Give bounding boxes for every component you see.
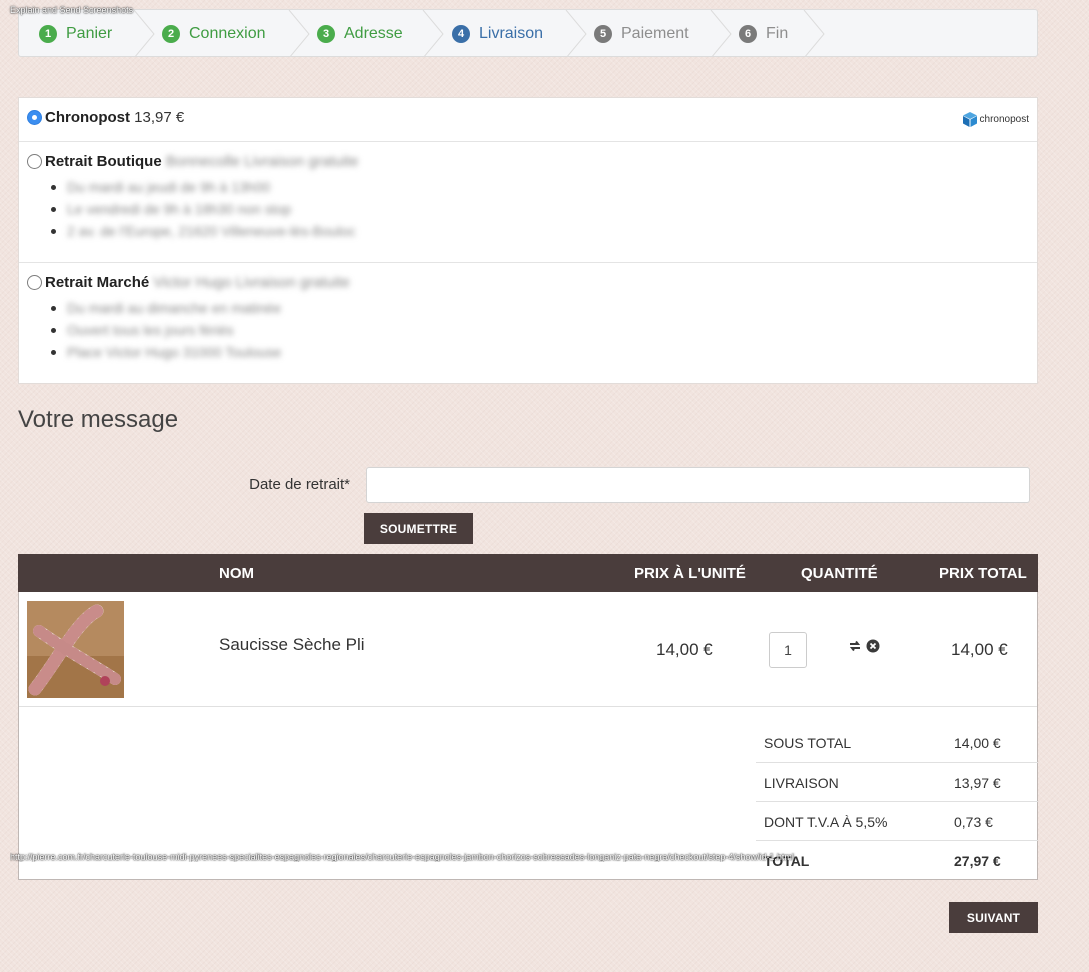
step-panier[interactable]: 1 Panier [39,10,113,56]
list-item: Place Victor Hugo 31000 Toulouse [50,341,281,363]
vat-value: 0,73 € [954,814,993,830]
cart-table-body: Saucisse Sèche Pli 14,00 € 1 14,00 € SOU… [18,592,1038,880]
col-header-unit-price: PRIX À L'UNITÉ [634,565,746,582]
step-label: Paiement [621,25,689,42]
step-number: 3 [317,25,335,43]
marche-blurred-info: Victor Hugo Livraison gratuite [153,274,350,291]
shipping-option-marche[interactable]: Retrait Marché Victor Hugo Livraison gra… [19,263,1037,384]
boutique-details: Du mardi au jeudi de 9h à 13h00 Le vendr… [51,176,356,242]
message-section-title: Votre message [18,406,179,433]
step-livraison[interactable]: 4 Livraison [452,10,544,56]
shipping-option-chronopost[interactable]: Chronopost 13,97 € chronopost [19,98,1037,142]
chevron-separator-icon [133,10,155,56]
subtotal-row: SOUS TOTAL 14,00 € [756,723,1038,762]
chronopost-price: 13,97 € [134,109,185,126]
shipping-cost-row: LIVRAISON 13,97 € [756,762,1038,801]
shipping-cost-value: 13,97 € [954,775,1001,791]
list-item: 2 av. de l'Europe, 21620 Villeneuve-lès-… [51,220,356,242]
list-item: Ouvert tous les jours fériés [50,319,281,341]
shipping-option-boutique[interactable]: Retrait Boutique Bonnecolle Livraison gr… [19,142,1037,263]
col-header-total: PRIX TOTAL [939,565,1027,582]
vat-row: DONT T.V.A À 5,5% 0,73 € [756,801,1038,840]
step-label: Adresse [344,25,403,42]
chronopost-logo-icon [962,112,977,127]
step-number: 6 [739,25,757,43]
remove-circle-icon[interactable] [866,639,880,653]
chronopost-name: Chronopost [45,109,130,126]
list-item: Le vendredi de 9h à 18h30 non stop [51,198,356,220]
boutique-blurred-info: Bonnecolle Livraison gratuite [165,153,359,170]
subtotal-label: SOUS TOTAL [764,735,852,751]
product-total-price: 14,00 € [951,640,1008,659]
cart-table-header: NOM PRIX À L'UNITÉ QUANTITÉ PRIX TOTAL [18,554,1038,592]
checkout-steps: 1 Panier 2 Connexion 3 Adresse 4 Livrais… [18,9,1038,57]
date-retrait-input[interactable] [366,467,1030,503]
marche-label: Retrait Marché Victor Hugo Livraison gra… [45,274,350,291]
list-item: Du mardi au dimanche en matinée [50,297,281,319]
screenshot-tool-title: Explain and Send Screenshots [10,5,134,15]
step-fin: 6 Fin [739,10,789,56]
step-label: Connexion [189,25,266,42]
boutique-radio[interactable] [27,154,42,169]
chronopost-radio[interactable] [27,110,42,125]
subtotal-value: 14,00 € [954,735,1001,751]
product-unit-price: 14,00 € [656,640,713,659]
shipping-options-panel: Chronopost 13,97 € chronopost Retrait Bo… [18,97,1038,384]
step-label: Livraison [479,25,544,42]
marche-radio[interactable] [27,275,42,290]
marche-name: Retrait Marché [45,274,150,291]
date-retrait-label: Date de retrait* [249,476,350,493]
step-number: 5 [594,25,612,43]
chevron-separator-icon [803,10,825,56]
chronopost-label: Chronopost 13,97 € [45,109,184,126]
next-button[interactable]: SUIVANT [949,902,1038,933]
step-number: 4 [452,25,470,43]
chronopost-logo-text: chronopost [979,114,1029,125]
step-number: 1 [39,25,57,43]
chevron-separator-icon [288,10,310,56]
step-paiement: 5 Paiement [594,10,689,56]
boutique-name: Retrait Boutique [45,153,162,170]
step-label: Fin [766,25,789,42]
chevron-separator-icon [710,10,732,56]
col-header-quantity: QUANTITÉ [801,565,878,582]
step-connexion[interactable]: 2 Connexion [162,10,266,56]
step-number: 2 [162,25,180,43]
page-url-overlay: http://pierre.com.fr/charcuterie-toulous… [10,852,794,862]
submit-button[interactable]: SOUMETTRE [364,513,473,544]
boutique-label: Retrait Boutique Bonnecolle Livraison gr… [45,153,358,170]
table-row: Saucisse Sèche Pli 14,00 € 1 14,00 € [19,592,1037,707]
vat-label: DONT T.V.A À 5,5% [764,814,888,830]
shipping-cost-label: LIVRAISON [764,775,839,791]
chevron-separator-icon [422,10,444,56]
step-adresse[interactable]: 3 Adresse [317,10,403,56]
product-thumbnail[interactable] [27,601,124,698]
list-item: Du mardi au jeudi de 9h à 13h00 [51,176,356,198]
chevron-separator-icon [565,10,587,56]
marche-details: Du mardi au dimanche en matinée Ouvert t… [50,297,281,363]
quantity-input[interactable]: 1 [769,632,807,668]
col-header-name: NOM [219,565,254,582]
refresh-icon[interactable] [849,640,861,652]
step-label: Panier [66,25,113,42]
chronopost-logo: chronopost [962,112,1029,127]
product-name[interactable]: Saucisse Sèche Pli [219,635,365,655]
